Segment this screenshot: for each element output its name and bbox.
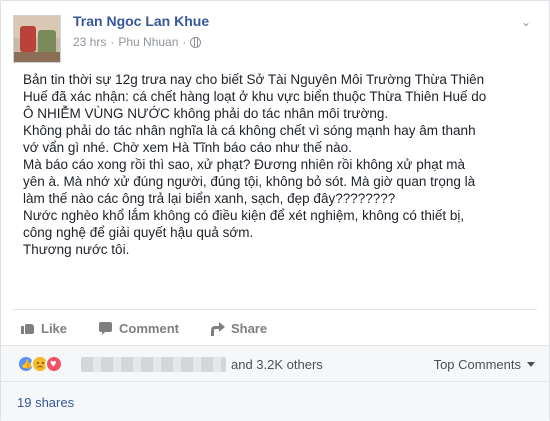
avatar[interactable] bbox=[13, 15, 61, 63]
post-line: Mà báo cáo xong rồi thì sao, xử phạt? Đư… bbox=[23, 157, 465, 172]
thumbs-up-icon bbox=[21, 321, 35, 335]
post-line: công nghệ để giải quyết hậu quả sớm. bbox=[23, 225, 254, 240]
post-time[interactable]: 23 hrs bbox=[73, 35, 106, 49]
share-icon bbox=[210, 321, 225, 336]
share-label: Share bbox=[230, 320, 268, 336]
post-text: Bản tin thời sự 12g trưa nay cho biết Sở… bbox=[23, 71, 533, 258]
top-comments-label: Top Comments bbox=[433, 357, 521, 372]
action-bar: Like Comment Share bbox=[21, 317, 267, 339]
divider bbox=[13, 309, 537, 310]
like-button[interactable]: Like bbox=[21, 317, 67, 339]
post-meta: 23 hrs · Phu Nhuan · bbox=[73, 35, 202, 49]
shares-bar: 19 shares bbox=[1, 381, 549, 421]
love-reaction-icon bbox=[45, 355, 63, 373]
caret-down-icon bbox=[527, 362, 535, 367]
reaction-icons[interactable] bbox=[17, 355, 63, 373]
chevron-down-icon[interactable]: ⌄ bbox=[519, 15, 533, 29]
post-line: Nước nghèo khổ lắm không có điều kiện để… bbox=[23, 208, 465, 223]
reactions-others[interactable]: and 3.2K others bbox=[231, 357, 323, 372]
post-line: vớ vẩn gì nhé. Chờ xem Hà Tĩnh báo cáo n… bbox=[23, 140, 352, 155]
post-card: Tran Ngoc Lan Khue 23 hrs · Phu Nhuan · … bbox=[0, 0, 550, 421]
post-line: Bản tin thời sự 12g trưa nay cho biết Sở… bbox=[23, 72, 485, 87]
post-line: làm thế nào các ông trả lại biển xanh, s… bbox=[23, 191, 396, 206]
comment-button[interactable]: Comment bbox=[99, 317, 179, 339]
share-button[interactable]: Share bbox=[210, 317, 268, 339]
post-line: Thương nước tôi. bbox=[23, 242, 130, 257]
reactions-bar: and 3.2K others Top Comments bbox=[1, 345, 549, 381]
blurred-names[interactable] bbox=[81, 357, 226, 372]
like-label: Like bbox=[41, 320, 68, 336]
post-line: Huế đã xác nhận: cá chết hàng loạt ở khu… bbox=[23, 89, 487, 104]
globe-icon[interactable] bbox=[190, 36, 202, 48]
top-comments-dropdown[interactable]: Top Comments bbox=[434, 357, 535, 372]
meta-separator-2: · bbox=[182, 35, 187, 49]
post-line: Ô NHIỄM VÙNG NƯỚC không phải do tác nhân… bbox=[23, 106, 389, 121]
shares-count[interactable]: 19 shares bbox=[17, 395, 74, 410]
author-name[interactable]: Tran Ngoc Lan Khue bbox=[73, 13, 209, 29]
post-location[interactable]: Phu Nhuan bbox=[118, 35, 178, 49]
post-line: yên à. Mà nhớ xử đúng người, đúng tội, k… bbox=[23, 174, 476, 189]
comment-icon bbox=[99, 321, 113, 335]
comment-label: Comment bbox=[119, 320, 179, 336]
post-line: Không phải do tác nhân nghĩa là cá không… bbox=[23, 123, 476, 138]
meta-separator: · bbox=[110, 35, 115, 49]
post-header: Tran Ngoc Lan Khue 23 hrs · Phu Nhuan · … bbox=[13, 11, 533, 63]
